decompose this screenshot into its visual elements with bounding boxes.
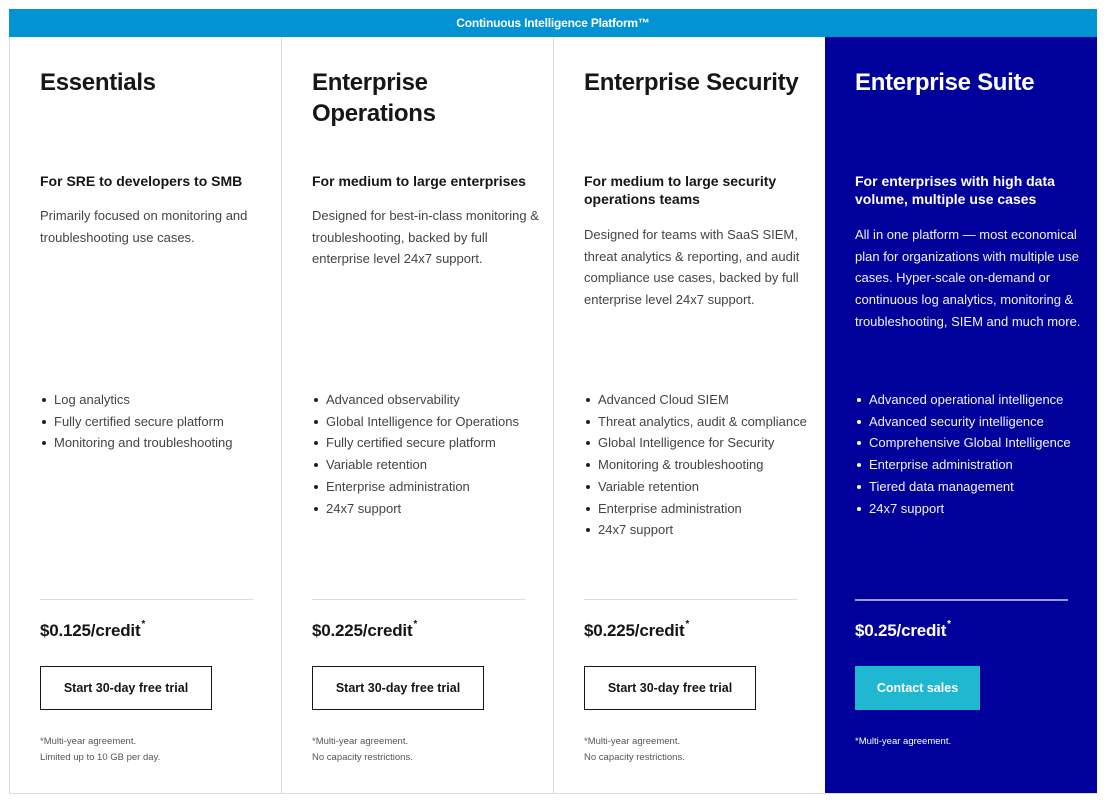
plan-subtitle: For enterprises with high data volume, m…: [855, 173, 1055, 207]
plan-description: Primarily focused on monitoring and trou…: [40, 208, 248, 245]
plan-subtitle: For medium to large security operations …: [584, 173, 777, 207]
divider: [40, 599, 253, 600]
feature-item: Global Intelligence for Security: [584, 432, 814, 454]
price-footnote-mark: *: [947, 619, 951, 631]
price-footnote-mark: *: [141, 619, 146, 631]
contact-sales-button[interactable]: Contact sales: [855, 666, 980, 710]
plan-enterprise-security: Enterprise Security For medium to large …: [553, 37, 825, 793]
feature-item: Fully certified secure platform: [312, 432, 542, 454]
plan-price: $0.225/credit*: [312, 619, 418, 641]
price-value: $0.225/credit: [584, 621, 685, 640]
feature-item: Advanced security intelligence: [855, 411, 1085, 433]
feature-item: Variable retention: [584, 476, 814, 498]
feature-item: Monitoring & troubleshooting: [584, 454, 814, 476]
plan-essentials: Essentials For SRE to developers to SMB …: [9, 37, 281, 793]
plan-enterprise-suite: Enterprise Suite For enterprises with hi…: [825, 37, 1097, 793]
plan-price: $0.225/credit*: [584, 619, 690, 641]
feature-item: Comprehensive Global Intelligence: [855, 432, 1085, 454]
feature-item: Enterprise administration: [584, 498, 814, 520]
feature-item: Fully certified secure platform: [40, 411, 270, 433]
platform-banner: Continuous Intelligence Platform™: [9, 9, 1097, 37]
divider: [584, 599, 797, 600]
plan-description: Designed for teams with SaaS SIEM, threa…: [584, 227, 800, 308]
price-footnote-mark: *: [685, 619, 690, 631]
feature-item: 24x7 support: [584, 519, 814, 541]
start-free-trial-button[interactable]: Start 30-day free trial: [312, 666, 484, 710]
feature-item: 24x7 support: [855, 498, 1085, 520]
price-footnote-mark: *: [413, 619, 418, 631]
start-free-trial-button[interactable]: Start 30-day free trial: [40, 666, 212, 710]
plan-title: Enterprise Security: [584, 69, 799, 96]
fine-print: *Multi-year agreement. No capacity restr…: [584, 734, 814, 766]
plan-description: Designed for best-in-class monitoring & …: [312, 208, 539, 267]
feature-item: Threat analytics, audit & compliance: [584, 411, 814, 433]
pricing-table: Continuous Intelligence Platform™ Essent…: [9, 9, 1097, 794]
feature-item: Advanced observability: [312, 389, 542, 411]
plan-title: Essentials: [40, 69, 156, 96]
plan-subtitle: For SRE to developers to SMB: [40, 173, 243, 189]
fine-print-line: Limited up to 10 GB per day.: [40, 752, 161, 763]
fine-print-line: No capacity restrictions.: [584, 752, 685, 763]
fine-print-line: No capacity restrictions.: [312, 752, 413, 763]
start-free-trial-button[interactable]: Start 30-day free trial: [584, 666, 756, 710]
plan-enterprise-operations: Enterprise Operations For medium to larg…: [281, 37, 553, 793]
plan-title: Enterprise Operations: [312, 69, 436, 127]
feature-list: Log analytics Fully certified secure pla…: [40, 389, 270, 454]
price-value: $0.225/credit: [312, 621, 413, 640]
plan-price: $0.25/credit*: [855, 619, 951, 641]
feature-item: Global Intelligence for Operations: [312, 411, 542, 433]
feature-item: Log analytics: [40, 389, 270, 411]
plan-title: Enterprise Suite: [855, 69, 1035, 96]
feature-list: Advanced observability Global Intelligen…: [312, 389, 542, 519]
fine-print-line: *Multi-year agreement.: [40, 736, 137, 747]
plan-description: All in one platform — most economical pl…: [855, 227, 1081, 329]
plan-columns: Essentials For SRE to developers to SMB …: [9, 37, 1097, 794]
feature-list: Advanced Cloud SIEM Threat analytics, au…: [584, 389, 814, 541]
feature-item: Enterprise administration: [312, 476, 542, 498]
feature-list: Advanced operational intelligence Advanc…: [855, 389, 1085, 519]
feature-item: Variable retention: [312, 454, 542, 476]
feature-item: Monitoring and troubleshooting: [40, 432, 270, 454]
feature-item: Advanced operational intelligence: [855, 389, 1085, 411]
divider: [855, 599, 1068, 601]
fine-print: *Multi-year agreement.: [855, 734, 1085, 750]
fine-print-line: *Multi-year agreement.: [584, 736, 681, 747]
feature-item: Advanced Cloud SIEM: [584, 389, 814, 411]
fine-print: *Multi-year agreement. Limited up to 10 …: [40, 734, 270, 766]
feature-item: Enterprise administration: [855, 454, 1085, 476]
fine-print: *Multi-year agreement. No capacity restr…: [312, 734, 542, 766]
price-value: $0.125/credit: [40, 621, 141, 640]
plan-price: $0.125/credit*: [40, 619, 146, 641]
fine-print-line: *Multi-year agreement.: [312, 736, 409, 747]
plan-subtitle: For medium to large enterprises: [312, 173, 526, 189]
feature-item: Tiered data management: [855, 476, 1085, 498]
feature-item: 24x7 support: [312, 498, 542, 520]
price-value: $0.25/credit: [855, 621, 947, 640]
fine-print-line: *Multi-year agreement.: [855, 736, 952, 747]
divider: [312, 599, 525, 600]
